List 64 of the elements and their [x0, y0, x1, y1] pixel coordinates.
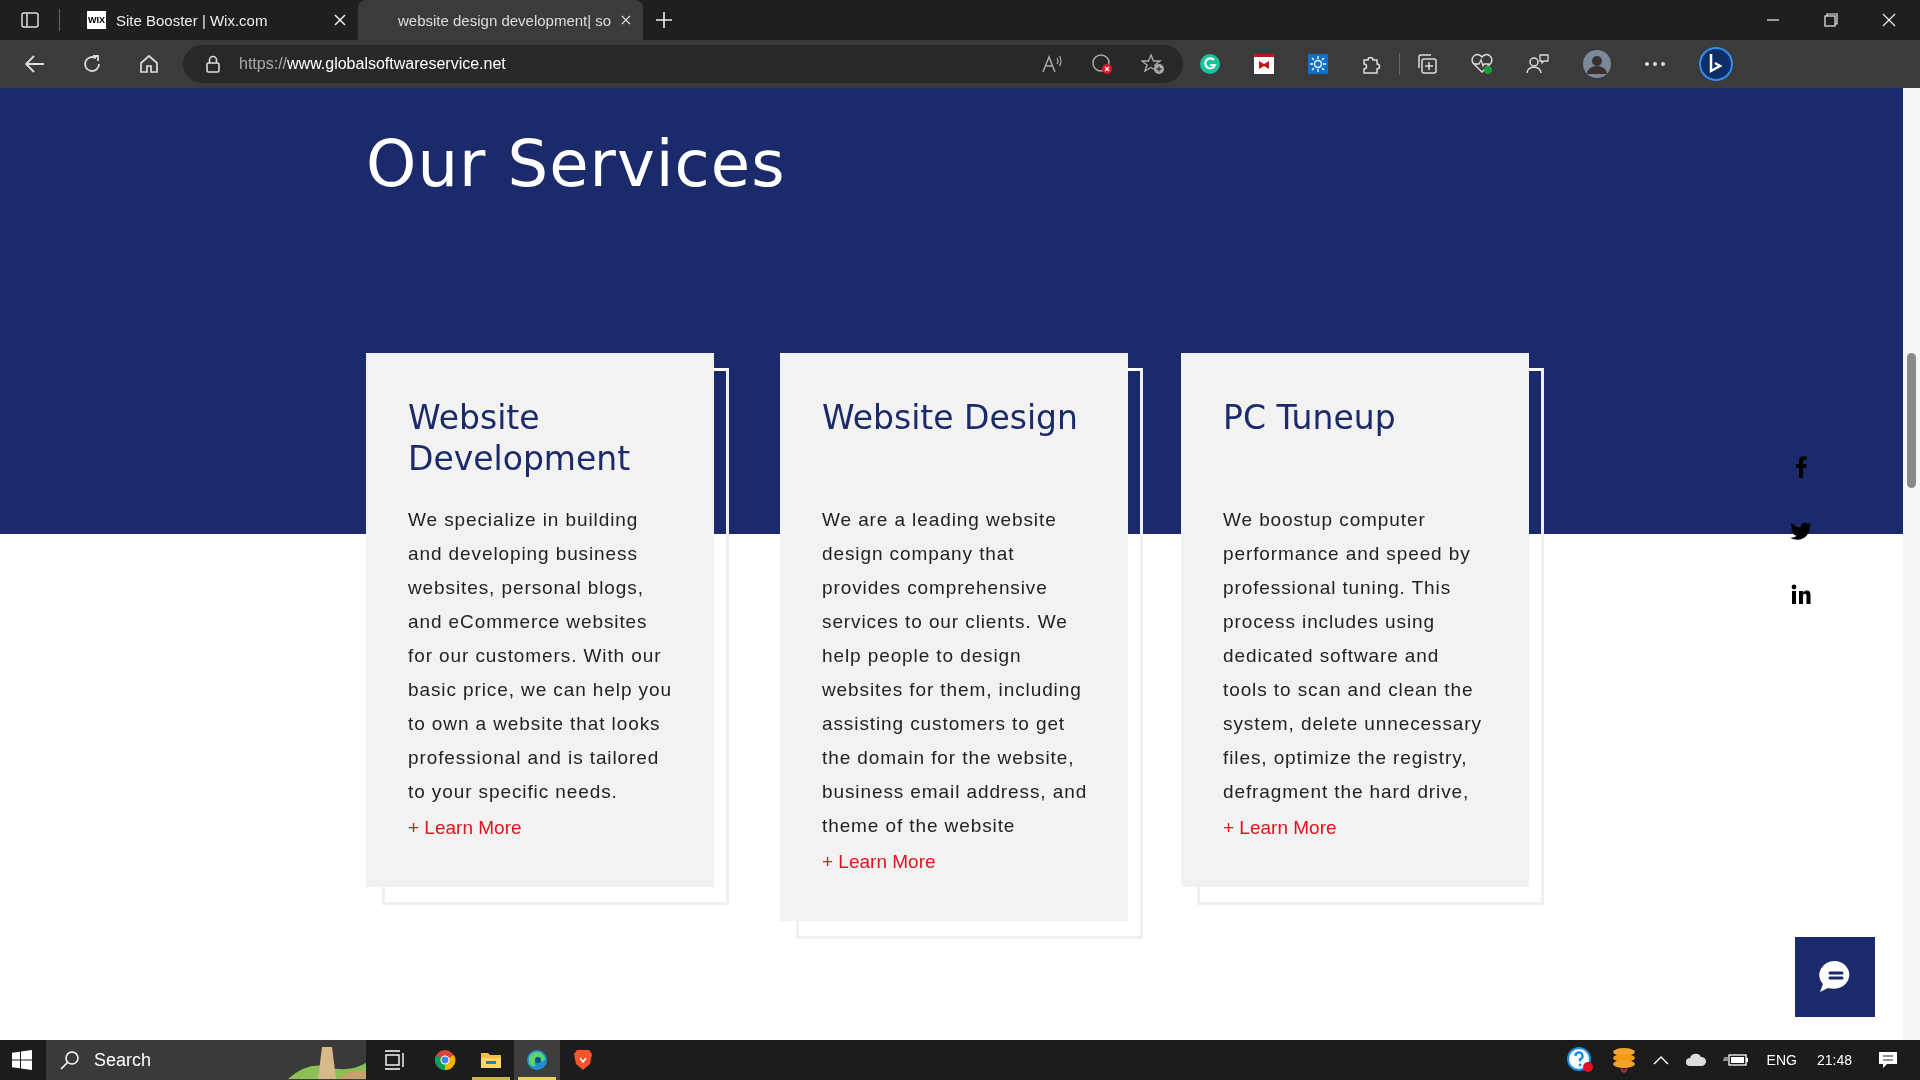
card-title: Website Design — [822, 397, 1079, 439]
refresh-icon[interactable] — [82, 54, 102, 74]
read-aloud-icon[interactable] — [1041, 54, 1063, 74]
taskbar-search-field[interactable]: Search — [46, 1040, 366, 1080]
help-alert-icon[interactable] — [1566, 1047, 1595, 1073]
new-tab-icon[interactable] — [655, 11, 673, 29]
add-favorite-icon[interactable] — [1141, 53, 1165, 75]
card-title: Website Development — [408, 397, 632, 479]
feedback-icon[interactable] — [1526, 53, 1550, 75]
back-arrow-icon[interactable] — [25, 55, 45, 73]
coins-icon[interactable] — [1610, 1047, 1637, 1073]
heart-pulse-icon[interactable] — [1470, 53, 1494, 75]
more-options-icon[interactable] — [1644, 61, 1666, 67]
learn-more-link[interactable]: + Learn More — [1223, 817, 1489, 839]
notification-icon[interactable] — [1878, 1051, 1898, 1069]
avatar-icon[interactable] — [1582, 49, 1612, 79]
task-view-icon[interactable] — [384, 1050, 406, 1070]
section-heading: Our Services — [366, 126, 787, 203]
scrollbar[interactable] — [1903, 88, 1920, 1040]
close-icon[interactable] — [334, 14, 346, 26]
restore-icon[interactable] — [1824, 13, 1838, 27]
chrome-icon — [434, 1049, 456, 1071]
b-chat-icon[interactable] — [1698, 46, 1734, 82]
scroll-thumb[interactable] — [1907, 353, 1916, 488]
cloud-icon[interactable] — [1684, 1053, 1707, 1067]
clock[interactable]: 21:48 — [1816, 1052, 1852, 1068]
lock-icon[interactable] — [205, 55, 221, 73]
browser-tab[interactable]: WIX Site Booster | Wix.com — [73, 0, 358, 40]
url-text: https://www.globalsoftwareservice.net — [239, 55, 506, 73]
learn-more-link[interactable]: + Learn More — [822, 851, 1088, 873]
running-indicator — [472, 1077, 510, 1080]
search-icon — [60, 1050, 80, 1070]
close-icon[interactable] — [621, 14, 631, 26]
address-bar[interactable]: https://www.globalsoftwareservice.net — [183, 45, 1183, 83]
tab-title: website design development| so — [398, 11, 612, 29]
in-icon[interactable] — [1791, 584, 1811, 604]
card-title: PC Tuneup — [1223, 397, 1397, 439]
folder-icon — [480, 1050, 502, 1070]
collections-icon[interactable] — [1416, 53, 1438, 75]
cookie-blocked-icon[interactable] — [1091, 53, 1113, 75]
search-placeholder: Search — [94, 1049, 152, 1071]
learn-more-link[interactable]: + Learn More — [408, 817, 674, 839]
windows-start-icon[interactable] — [12, 1050, 32, 1070]
bird-icon[interactable] — [1790, 522, 1812, 540]
card-description: We specialize in building and developing business websites, personal blogs, and eCommerce websites for our customers. With our basic price, we can help you to own a website that looks professional and is tailored to your specific needs. — [408, 508, 673, 804]
lion-icon — [573, 1049, 593, 1071]
card-description: We boostup computer performance and speed by professional tuning. This process includes using dedicated software and tools to scan and clean the system, delete unnecessary files, optimize the registry, defragment the hard drive, — [1223, 508, 1483, 804]
running-indicator — [518, 1077, 556, 1080]
language-indicator[interactable]: ENG — [1766, 1052, 1797, 1068]
sun-extension-icon[interactable] — [1307, 53, 1329, 75]
edge-icon — [526, 1049, 548, 1071]
battery-icon[interactable] — [1722, 1053, 1749, 1067]
close-icon[interactable] — [1882, 13, 1896, 27]
chevron-up-icon[interactable] — [1652, 1055, 1669, 1065]
card-description: We are a leading website design company that provides comprehensive services to our clients. We help people to design websites for them, including assisting customers to get the domain for the website, business email address, and theme of the website — [822, 508, 1088, 838]
shield-extension-icon[interactable] — [1253, 53, 1275, 75]
g-extension-icon[interactable] — [1199, 53, 1221, 75]
tab-favicon: WIX — [87, 11, 106, 29]
chat-button[interactable] — [1795, 937, 1875, 1017]
home-icon[interactable] — [139, 54, 159, 74]
browser-tab[interactable]: website design development| so — [358, 0, 643, 40]
taskbar-app[interactable] — [514, 1040, 560, 1080]
tab-actions-icon[interactable] — [21, 12, 39, 28]
tab-title: Site Booster | Wix.com — [116, 11, 269, 29]
